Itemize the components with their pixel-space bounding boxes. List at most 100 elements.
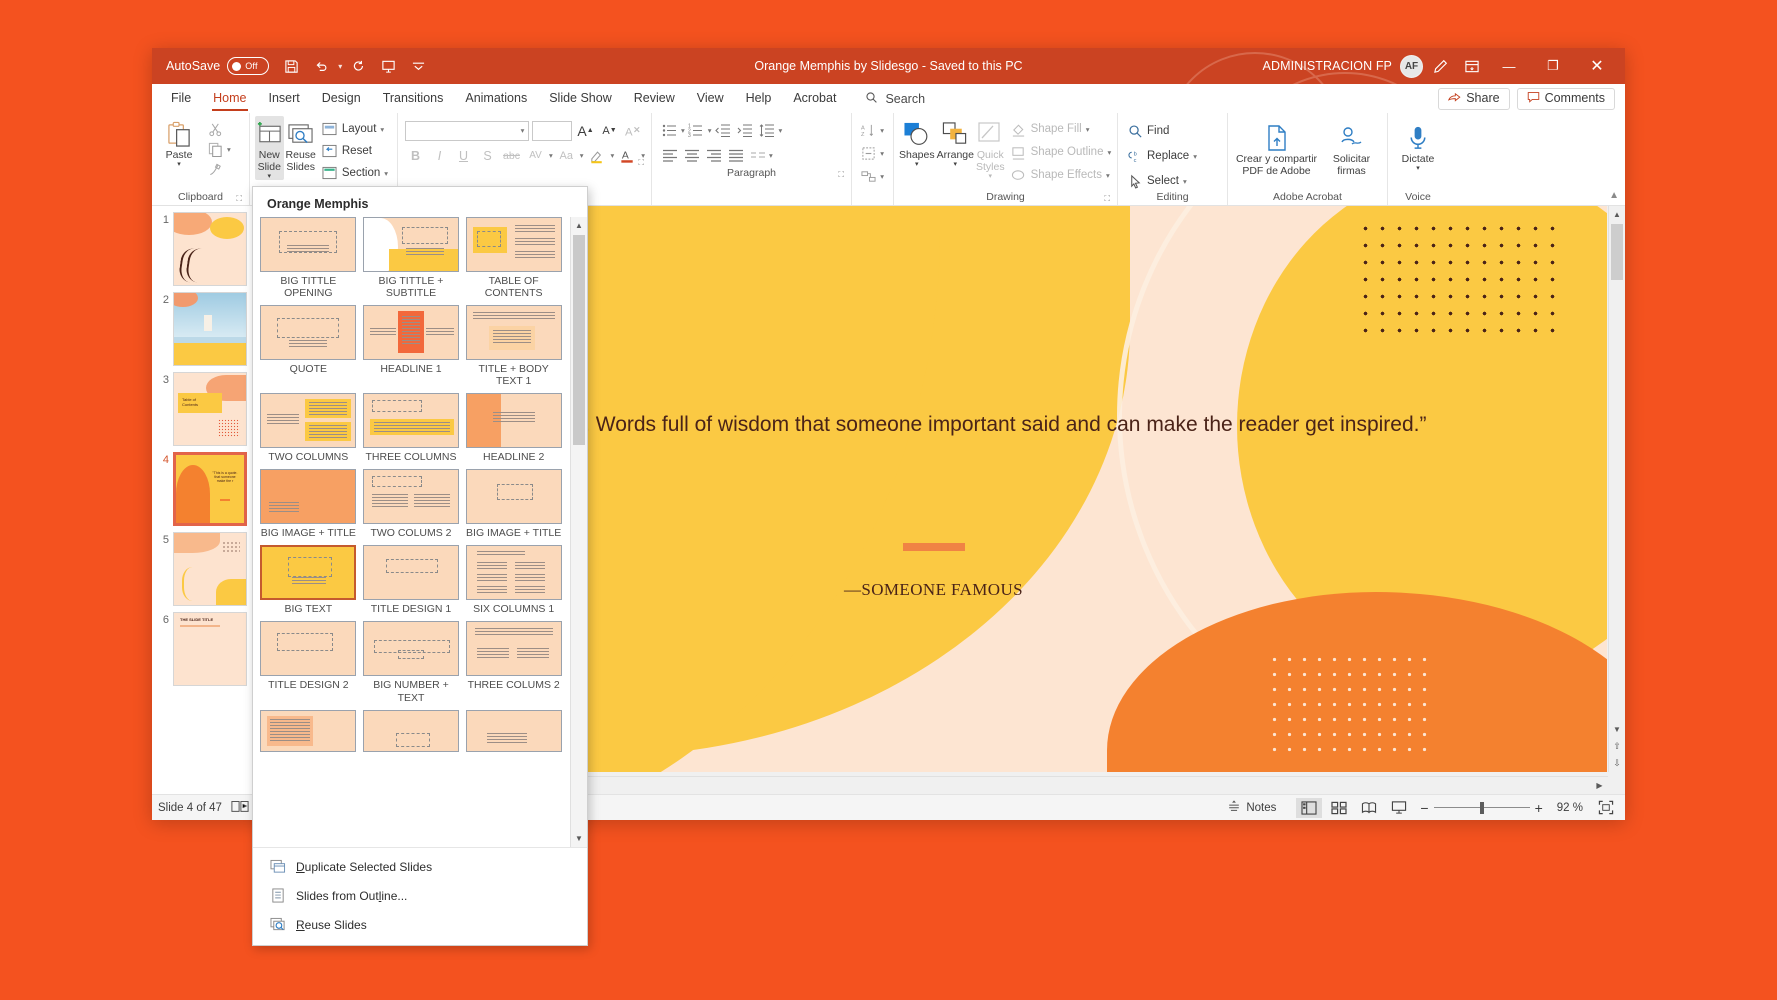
canvas-vertical-scrollbar[interactable]: ▲ ▼ ⇧ ⇩ xyxy=(1608,206,1625,772)
slide-sorter-button[interactable] xyxy=(1326,798,1352,818)
thumbnail-item[interactable]: 2 xyxy=(152,286,259,366)
thumbnail-preview[interactable] xyxy=(173,532,247,606)
slideshow-button[interactable] xyxy=(1386,798,1412,818)
tab-help[interactable]: Help xyxy=(735,87,783,110)
layout-option[interactable]: TABLE OF CONTENTS xyxy=(464,217,563,303)
layout-option[interactable] xyxy=(259,710,358,759)
gallery-scroll-up-icon[interactable]: ▲ xyxy=(571,217,587,234)
dictate-caret[interactable]: ▾ xyxy=(1416,166,1420,172)
layout-thumbnail[interactable] xyxy=(466,305,562,360)
decrease-font-size-button[interactable]: A▼ xyxy=(599,120,620,141)
layout-thumbnail[interactable] xyxy=(363,710,459,752)
tab-home[interactable]: Home xyxy=(202,87,257,110)
ribbon-display-options-icon[interactable] xyxy=(1458,53,1485,79)
character-spacing-button[interactable]: AV xyxy=(525,145,546,166)
font-color-button[interactable]: A xyxy=(617,145,638,166)
text-highlight-button[interactable] xyxy=(587,145,608,166)
tab-file[interactable]: File xyxy=(160,87,202,110)
text-shadow-button[interactable]: S xyxy=(477,145,498,166)
notes-button[interactable]: Notes xyxy=(1227,799,1276,816)
font-dialog-launcher[interactable]: ⛶ xyxy=(638,158,644,168)
autosave-control[interactable]: AutoSave Off xyxy=(166,57,269,75)
numbering-caret[interactable]: ▾ xyxy=(708,126,712,135)
reading-view-button[interactable] xyxy=(1356,798,1382,818)
copy-dropdown-caret[interactable]: ▾ xyxy=(227,145,231,154)
shapes-caret[interactable]: ▾ xyxy=(915,162,919,168)
share-button[interactable]: Share xyxy=(1438,88,1509,110)
layout-caret[interactable]: ▾ xyxy=(380,125,384,134)
bullets-button[interactable] xyxy=(659,120,680,141)
quick-styles-button[interactable]: Quick Styles ▾ xyxy=(976,116,1005,180)
replace-caret[interactable]: ▾ xyxy=(1193,152,1197,161)
vertical-scroll-thumb[interactable] xyxy=(1611,224,1623,280)
thumbnail-preview[interactable]: "This is a quote.that someonemake the r xyxy=(173,452,247,526)
restore-button[interactable]: ❐ xyxy=(1533,49,1573,83)
font-name-input[interactable]: ▾ xyxy=(405,121,529,141)
layout-option[interactable]: TWO COLUMS 2 xyxy=(362,469,461,543)
gallery-scrollbar[interactable]: ▲ ▼ xyxy=(570,217,587,847)
redo-icon[interactable] xyxy=(345,53,372,79)
strikethrough-button[interactable]: abc xyxy=(501,145,522,166)
layout-thumbnail[interactable] xyxy=(363,469,459,524)
next-slide-button[interactable]: ⇩ xyxy=(1609,755,1625,772)
justify-button[interactable] xyxy=(725,145,746,166)
columns-button[interactable] xyxy=(747,145,768,166)
underline-button[interactable]: U xyxy=(453,145,474,166)
select-button[interactable]: Select ▾ xyxy=(1123,172,1222,190)
align-text-button[interactable]: ▾ xyxy=(857,144,888,162)
create-share-pdf-button[interactable]: Crear y compartir PDF de Adobe xyxy=(1236,120,1318,178)
gallery-scroll-thumb[interactable] xyxy=(573,235,585,445)
layout-thumbnail[interactable] xyxy=(363,393,459,448)
reuse-slides-button[interactable]: Reuse Slides xyxy=(286,116,316,174)
tab-slide-show[interactable]: Slide Show xyxy=(538,87,623,110)
thumbnail-item[interactable]: 3 Table ofContents xyxy=(152,366,259,446)
select-caret[interactable]: ▾ xyxy=(1183,177,1187,186)
layout-thumbnail[interactable] xyxy=(260,305,356,360)
zoom-in-button[interactable]: + xyxy=(1535,800,1543,816)
slide-thumbnail-pane[interactable]: 1 2 3 xyxy=(152,206,260,794)
normal-view-button[interactable] xyxy=(1296,798,1322,818)
previous-slide-button[interactable]: ⇧ xyxy=(1609,738,1625,755)
layout-thumbnail[interactable] xyxy=(363,305,459,360)
layout-option[interactable]: HEADLINE 2 xyxy=(464,393,563,467)
tab-animations[interactable]: Animations xyxy=(454,87,538,110)
clipboard-dialog-launcher[interactable]: ⛶ xyxy=(236,194,242,204)
layout-thumbnail[interactable] xyxy=(466,469,562,524)
tab-design[interactable]: Design xyxy=(311,87,372,110)
layout-thumbnail[interactable] xyxy=(260,621,356,676)
layout-thumbnail[interactable] xyxy=(260,469,356,524)
text-direction-caret[interactable]: ▾ xyxy=(880,126,884,135)
tab-insert[interactable]: Insert xyxy=(258,87,311,110)
layout-option[interactable]: THREE COLUMS 2 xyxy=(464,621,563,707)
layout-thumbnail[interactable] xyxy=(363,217,459,272)
section-caret[interactable]: ▾ xyxy=(384,169,388,178)
layout-thumbnail[interactable] xyxy=(466,545,562,600)
gallery-scroll-down-icon[interactable]: ▼ xyxy=(571,830,587,847)
slides-from-outline-menu-item[interactable]: Slides from Outline... xyxy=(253,881,587,910)
format-painter-button[interactable] xyxy=(203,160,235,178)
tab-transitions[interactable]: Transitions xyxy=(372,87,455,110)
line-spacing-button[interactable] xyxy=(757,120,778,141)
start-presentation-icon[interactable] xyxy=(375,53,402,79)
clear-formatting-button[interactable]: A xyxy=(623,120,644,141)
zoom-knob[interactable] xyxy=(1480,802,1484,814)
thumbnail-item[interactable]: 4 "This is a quote.that someonemake the … xyxy=(152,446,259,526)
convert-smartart-button[interactable]: ▾ xyxy=(857,167,888,185)
drawing-dialog-launcher[interactable]: ⛶ xyxy=(1104,194,1110,204)
save-icon[interactable] xyxy=(278,53,305,79)
layout-option[interactable] xyxy=(362,710,461,759)
shape-outline-caret[interactable]: ▾ xyxy=(1107,148,1111,157)
zoom-track[interactable] xyxy=(1434,807,1530,809)
autosave-toggle[interactable]: Off xyxy=(227,57,269,75)
tab-view[interactable]: View xyxy=(686,87,735,110)
character-spacing-caret[interactable]: ▾ xyxy=(549,151,553,160)
customize-qat-icon[interactable] xyxy=(405,53,432,79)
dictate-button[interactable]: Dictate ▾ xyxy=(1394,120,1442,172)
layout-thumbnail[interactable] xyxy=(363,621,459,676)
increase-font-size-button[interactable]: A▲ xyxy=(575,120,596,141)
shape-fill-button[interactable]: Shape Fill ▾ xyxy=(1007,120,1116,138)
layout-option[interactable]: BIG TITTLE + SUBTITLE xyxy=(362,217,461,303)
layout-option[interactable]: TITLE + BODY TEXT 1 xyxy=(464,305,563,391)
layout-option[interactable]: QUOTE xyxy=(259,305,358,391)
scroll-down-icon[interactable]: ▼ xyxy=(1609,721,1625,738)
